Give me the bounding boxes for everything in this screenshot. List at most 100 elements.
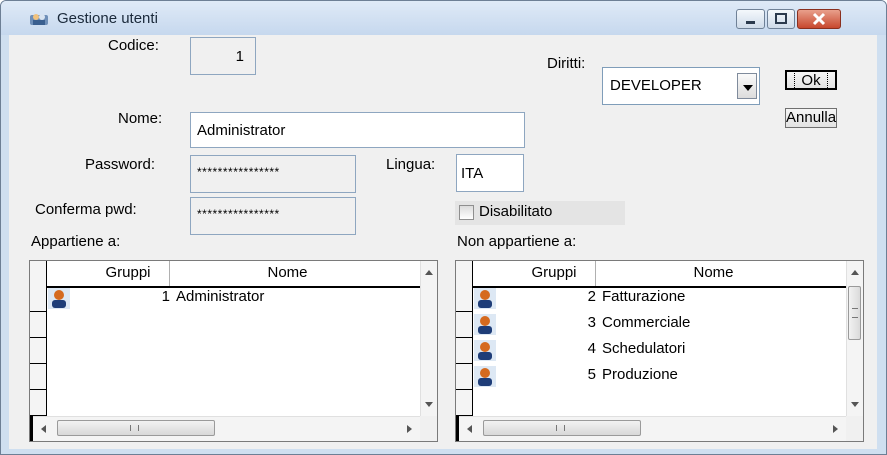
group-name: Fatturazione [602, 288, 686, 305]
title-bar[interactable]: Gestione utenti [1, 1, 886, 35]
codice-value: 1 [235, 48, 244, 65]
row-indicator[interactable] [30, 312, 47, 338]
close-button[interactable] [797, 9, 841, 29]
maximize-icon [775, 13, 787, 24]
header-indicator [30, 261, 47, 286]
vertical-scrollbar[interactable] [846, 261, 863, 416]
grid-header: Gruppi Nome [30, 261, 420, 288]
horizontal-scrollbar[interactable] [33, 416, 420, 441]
scrollbar-corner [846, 416, 863, 441]
column-nome[interactable]: Nome [170, 261, 405, 286]
table-row[interactable]: 5 Produzione [456, 364, 846, 390]
diritti-dropdown[interactable]: DEVELOPER [602, 67, 760, 105]
scroll-up-icon[interactable] [851, 270, 859, 275]
conferma-value: **************** [197, 207, 280, 221]
table-row[interactable] [456, 390, 846, 416]
row-indicator[interactable] [30, 338, 47, 364]
password-label: Password: [85, 156, 156, 173]
column-nome[interactable]: Nome [596, 261, 831, 286]
minimize-icon [746, 21, 755, 24]
group-icon [48, 288, 70, 309]
group-name: Produzione [602, 366, 678, 383]
table-row[interactable]: 4 Schedulatori [456, 338, 846, 364]
nome-value: Administrator [197, 122, 286, 139]
group-icon [474, 366, 496, 387]
row-indicator[interactable] [456, 338, 473, 364]
minimize-button[interactable] [736, 9, 765, 29]
scroll-thumb[interactable] [483, 420, 641, 436]
ok-button-label: Ok [794, 71, 828, 90]
column-gruppi[interactable]: Gruppi [473, 261, 596, 286]
form-area: Codice: 1 Diritti: DEVELOPER Ok Annulla … [9, 35, 877, 449]
users-app-icon [30, 14, 48, 25]
scroll-left-icon[interactable] [467, 425, 472, 433]
codice-label: Codice: [108, 37, 159, 54]
group-icon [474, 340, 496, 361]
scroll-down-icon[interactable] [425, 402, 433, 407]
row-indicator[interactable] [30, 364, 47, 390]
group-name: Commerciale [602, 314, 691, 331]
lingua-field[interactable]: ITA [456, 154, 524, 192]
non-appartiene-grid[interactable]: Gruppi Nome 2 Fatturazione 3 Commerciale… [455, 260, 864, 442]
group-name: Schedulatori [602, 340, 686, 357]
checkbox-box[interactable] [459, 205, 474, 220]
close-icon [812, 12, 826, 26]
window-title: Gestione utenti [57, 10, 158, 27]
scroll-thumb[interactable] [848, 286, 861, 340]
group-name: Administrator [176, 288, 265, 305]
group-number: 5 [587, 366, 596, 383]
appartiene-grid[interactable]: Gruppi Nome 1 Administrator [29, 260, 438, 442]
table-row[interactable]: 3 Commerciale [456, 312, 846, 338]
scroll-thumb[interactable] [57, 420, 215, 436]
cancel-button[interactable]: Annulla [785, 108, 837, 128]
table-row[interactable]: 1 Administrator [30, 286, 420, 312]
vertical-scrollbar[interactable] [420, 261, 437, 416]
horizontal-scrollbar[interactable] [459, 416, 846, 441]
header-indicator [456, 261, 473, 286]
group-icon [474, 314, 496, 335]
disabilitato-label: Disabilitato [479, 203, 553, 220]
appartiene-label: Appartiene a: [31, 233, 121, 250]
chevron-down-icon[interactable] [737, 73, 757, 99]
column-gruppi[interactable]: Gruppi [47, 261, 170, 286]
lingua-label: Lingua: [386, 156, 436, 173]
grid-header: Gruppi Nome [456, 261, 846, 288]
diritti-label: Diritti: [547, 55, 586, 72]
conferma-label: Conferma pwd: [35, 201, 137, 218]
lingua-value: ITA [461, 165, 484, 182]
password-field[interactable]: **************** [190, 155, 356, 193]
row-indicator[interactable] [456, 390, 473, 416]
ok-button[interactable]: Ok [785, 70, 837, 90]
group-icon [474, 288, 496, 309]
conferma-password-field[interactable]: **************** [190, 197, 356, 235]
table-row[interactable]: 2 Fatturazione [456, 286, 846, 312]
group-number: 1 [161, 288, 170, 305]
nome-field[interactable]: Administrator [190, 112, 525, 148]
disabilitato-checkbox[interactable]: Disabilitato [455, 201, 625, 225]
row-indicator[interactable] [456, 286, 473, 312]
scroll-left-icon[interactable] [41, 425, 46, 433]
scroll-up-icon[interactable] [425, 270, 433, 275]
non-appartiene-label: Non appartiene a: [457, 233, 577, 250]
nome-label: Nome: [118, 110, 163, 127]
row-indicator[interactable] [30, 390, 47, 416]
row-indicator[interactable] [456, 364, 473, 390]
table-row[interactable] [30, 338, 420, 364]
diritti-value: DEVELOPER [610, 77, 702, 94]
row-indicator[interactable] [456, 312, 473, 338]
table-row[interactable] [30, 364, 420, 390]
user-management-window: Gestione utenti Codice: 1 Diritti: DEVEL… [0, 0, 887, 455]
codice-field[interactable]: 1 [190, 37, 256, 75]
table-row[interactable] [30, 390, 420, 416]
row-indicator[interactable] [30, 286, 47, 312]
group-number: 4 [587, 340, 596, 357]
password-value: **************** [197, 165, 280, 179]
scroll-right-icon[interactable] [407, 425, 412, 433]
group-number: 3 [587, 314, 596, 331]
scrollbar-corner [420, 416, 437, 441]
scroll-down-icon[interactable] [851, 402, 859, 407]
table-row[interactable] [30, 312, 420, 338]
maximize-button[interactable] [767, 9, 795, 29]
group-number: 2 [587, 288, 596, 305]
scroll-right-icon[interactable] [833, 425, 838, 433]
